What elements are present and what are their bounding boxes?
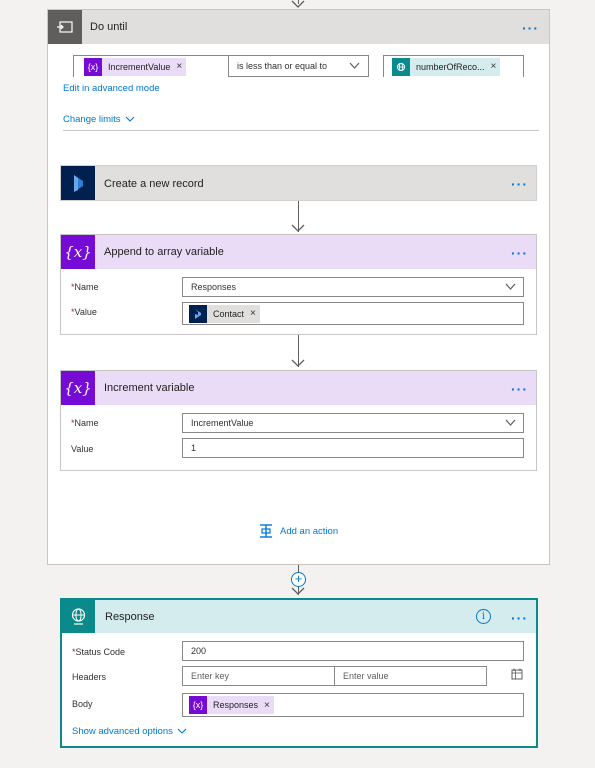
add-action-button[interactable]: Add an action	[258, 523, 338, 539]
condition-operator-select[interactable]: is less than or equal to	[228, 55, 369, 77]
increment-variable-title: Increment variable	[104, 382, 195, 394]
switch-to-text-mode-icon[interactable]	[511, 668, 523, 680]
create-record-title: Create a new record	[104, 178, 204, 190]
response-title: Response	[105, 611, 155, 623]
responses-token[interactable]: {x} Responses ×	[189, 696, 274, 714]
dynamics-icon	[61, 166, 95, 200]
chevron-down-icon	[505, 419, 516, 426]
value-label: *Value	[71, 307, 97, 317]
change-limits-label: Change limits	[63, 114, 121, 125]
show-advanced-options-link[interactable]: Show advanced options	[72, 726, 187, 737]
remove-token-icon[interactable]: ×	[264, 700, 270, 711]
increment-variable-card: {x} Increment variable ··· *Name Increme…	[60, 370, 537, 471]
edit-advanced-mode-link[interactable]: Edit in advanced mode	[63, 83, 160, 94]
append-array-card: {x} Append to array variable ··· *Name R…	[60, 234, 537, 335]
arrow-down-icon	[291, 587, 305, 595]
top-arrow-icon	[291, 0, 305, 8]
create-record-card[interactable]: Create a new record ···	[60, 165, 537, 201]
body-field[interactable]: {x} Responses ×	[182, 693, 524, 717]
value-label: Value	[71, 444, 94, 454]
add-action-label: Add an action	[280, 525, 339, 537]
create-record-more-icon[interactable]: ···	[511, 177, 528, 191]
chevron-down-icon	[349, 62, 360, 69]
value-input[interactable]: 1	[182, 438, 524, 458]
do-until-icon	[48, 10, 82, 44]
variable-icon: {x}	[84, 57, 102, 76]
remove-token-icon[interactable]: ×	[176, 61, 182, 72]
chevron-down-icon	[125, 116, 134, 122]
operator-label: is less than or equal to	[237, 61, 328, 71]
header-key-input[interactable]: Enter key	[182, 666, 335, 686]
name-label: *Name	[71, 282, 99, 292]
name-select[interactable]: Responses	[182, 277, 524, 297]
body-label: Body	[72, 699, 93, 709]
response-icon	[62, 600, 95, 633]
condition-field-mask	[68, 77, 528, 82]
dynamics-icon	[189, 304, 207, 323]
status-code-value: 200	[191, 646, 207, 656]
do-until-title: Do until	[90, 21, 128, 33]
headers-label: Headers	[72, 672, 107, 682]
chevron-down-icon	[177, 728, 187, 734]
header-value-placeholder: Enter value	[343, 671, 389, 681]
insert-step-icon[interactable]: +	[291, 572, 306, 587]
response-more-icon[interactable]: ···	[511, 611, 528, 625]
show-advanced-label: Show advanced options	[72, 726, 173, 737]
condition-right-field[interactable]: numberOfReco... ×	[383, 55, 524, 78]
name-value: Responses	[191, 282, 237, 292]
arrow-down-icon	[291, 224, 305, 232]
change-limits-link[interactable]: Change limits	[63, 114, 135, 125]
value-field[interactable]: Contact ×	[182, 302, 524, 325]
increment-variable-more-icon[interactable]: ···	[511, 382, 528, 396]
remove-token-icon[interactable]: ×	[250, 308, 256, 319]
header-key-placeholder: Enter key	[191, 671, 230, 681]
condition-left-field[interactable]: {x} IncrementValue ×	[73, 55, 244, 78]
variable-icon: {x}	[61, 371, 95, 405]
name-label: *Name	[71, 418, 99, 428]
append-array-title: Append to array variable	[104, 246, 224, 258]
number-of-records-token[interactable]: numberOfReco... ×	[392, 57, 501, 76]
variable-icon: {x}	[61, 235, 95, 269]
token-label: numberOfReco...	[416, 61, 485, 72]
remove-token-icon[interactable]: ×	[491, 61, 497, 72]
info-icon[interactable]: i	[476, 609, 491, 624]
increment-value-token[interactable]: {x} IncrementValue ×	[84, 57, 187, 76]
divider	[63, 130, 539, 131]
status-code-label: *Status Code	[72, 647, 126, 657]
append-array-more-icon[interactable]: ···	[511, 246, 528, 260]
token-label: IncrementValue	[108, 61, 171, 72]
name-value: IncrementValue	[191, 418, 254, 428]
status-code-input[interactable]: 200	[182, 641, 524, 661]
chevron-down-icon	[505, 283, 516, 290]
add-action-icon	[260, 524, 272, 538]
header-value-input[interactable]: Enter value	[334, 666, 487, 686]
contact-token[interactable]: Contact ×	[189, 304, 260, 323]
variable-icon: {x}	[189, 696, 207, 714]
token-label: Responses	[213, 700, 259, 710]
arrow-down-icon	[291, 359, 305, 367]
do-until-header[interactable]: Do until ···	[48, 10, 549, 44]
name-select[interactable]: IncrementValue	[182, 413, 524, 433]
do-until-more-icon[interactable]: ···	[522, 21, 539, 35]
token-label: Contact	[213, 308, 245, 319]
response-card: Response i ··· *Status Code 200 Headers …	[60, 598, 538, 748]
response-token-icon	[392, 57, 410, 76]
value-text: 1	[191, 443, 197, 453]
